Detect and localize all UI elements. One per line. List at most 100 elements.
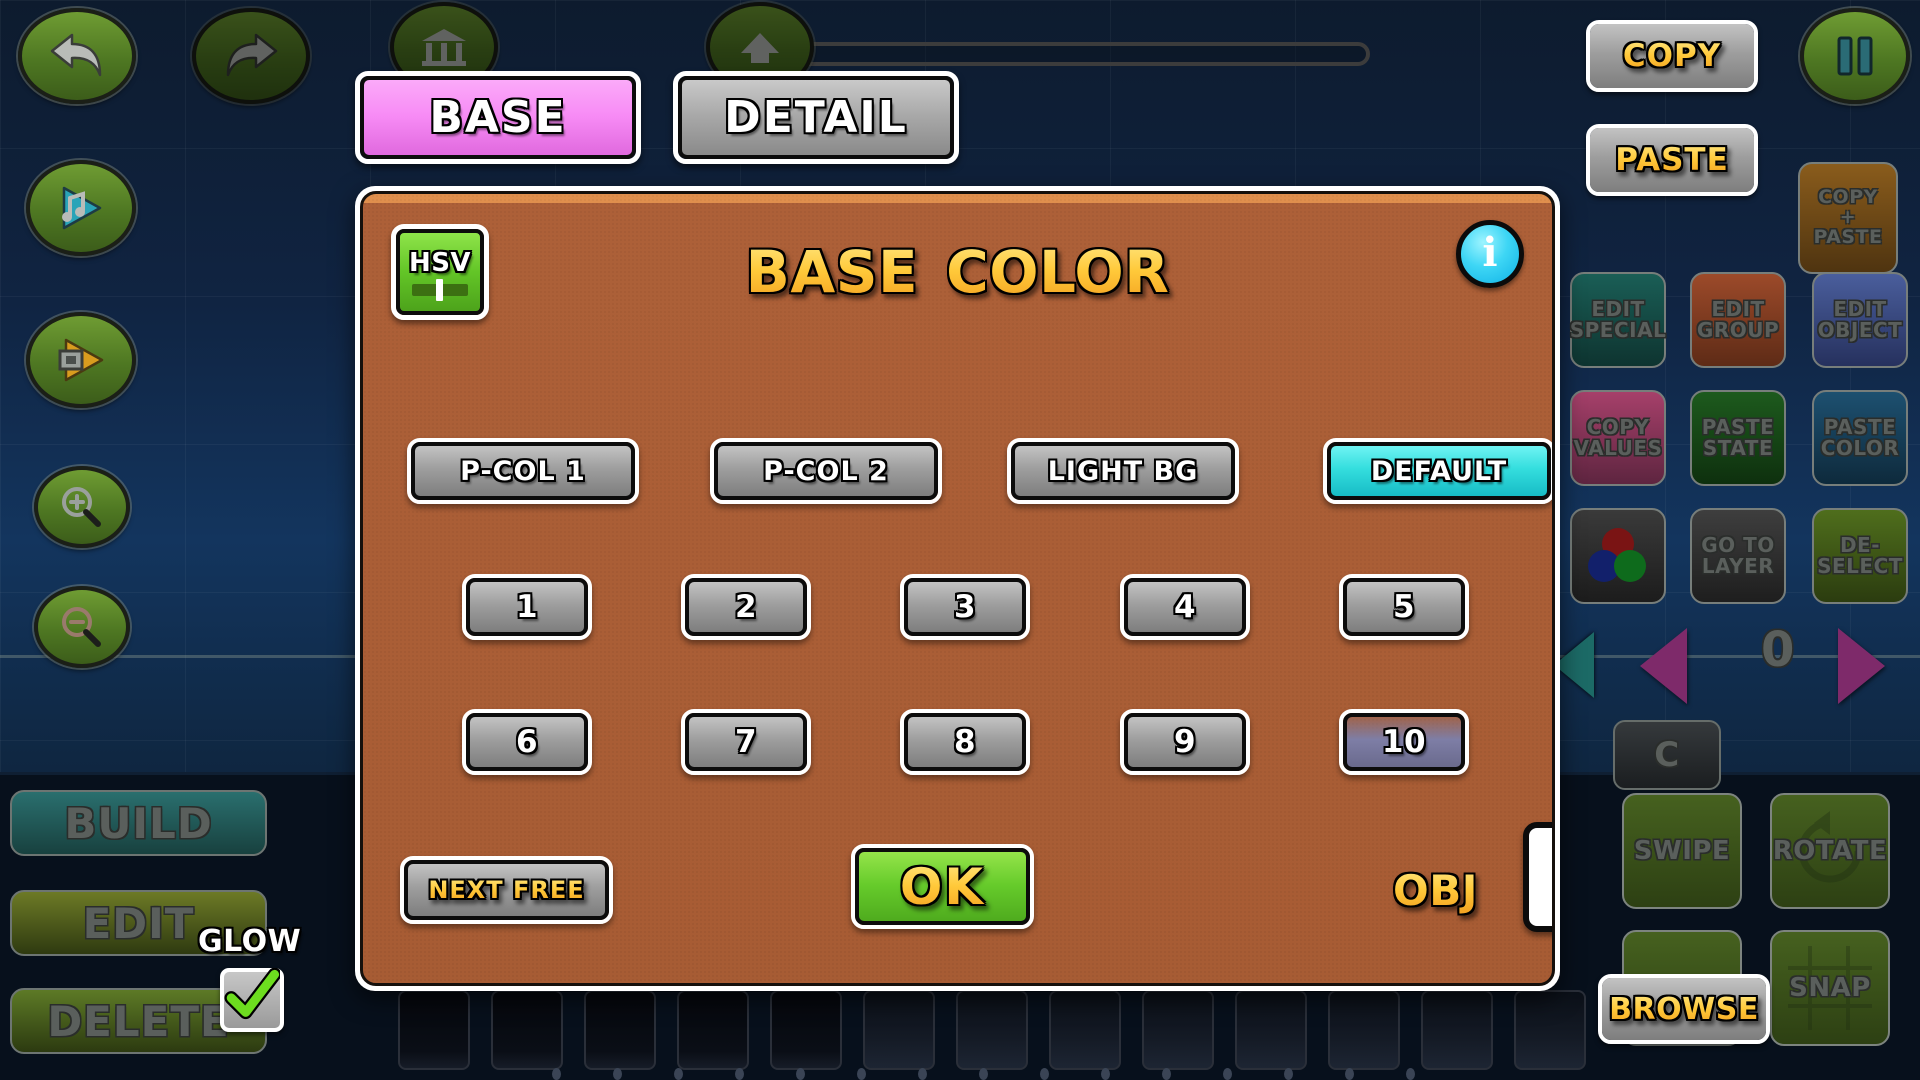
zoom-in-button[interactable] <box>34 466 130 548</box>
edit-object-tile[interactable]: Edit Object <box>1812 272 1908 368</box>
pause-button[interactable] <box>1800 8 1910 104</box>
edit-group-tile[interactable]: Edit Group <box>1690 272 1786 368</box>
layer-prev-button[interactable] <box>1640 628 1687 704</box>
palette-tile[interactable] <box>677 990 749 1070</box>
channel-button-7[interactable]: 7 <box>681 709 811 775</box>
preset-light-bg[interactable]: Light BG <box>1007 438 1239 504</box>
glow-checkbox[interactable] <box>220 968 284 1032</box>
hsv-toggle-button[interactable]: HSV <box>391 224 489 320</box>
redo-arrow-icon <box>226 33 278 77</box>
ok-button[interactable]: OK <box>851 844 1034 929</box>
music-play-button[interactable] <box>26 160 136 256</box>
channel-button-3[interactable]: 3 <box>900 574 1030 640</box>
channel-button-8[interactable]: 8 <box>900 709 1030 775</box>
palette-page-dot[interactable] <box>979 1068 988 1080</box>
preset-p-col-2[interactable]: P-Col 2 <box>710 438 942 504</box>
channel-button-10[interactable]: 10 <box>1339 709 1469 775</box>
paste-color-tile[interactable]: Paste Color <box>1812 390 1908 486</box>
tab-base[interactable]: Base <box>355 71 641 164</box>
next-free-button[interactable]: Next Free <box>400 856 613 924</box>
palette-tile[interactable] <box>1514 990 1586 1070</box>
copy-paste-line3: Paste <box>1813 225 1883 248</box>
channel-button-9-label: 9 <box>1173 724 1197 760</box>
palette-tile[interactable] <box>1142 990 1214 1070</box>
channel-button-1[interactable]: 1 <box>462 574 592 640</box>
palette-tile[interactable] <box>1328 990 1400 1070</box>
palette-page-dot[interactable] <box>857 1068 866 1080</box>
paste-state-line2: State <box>1702 436 1774 460</box>
palette-page-dot[interactable] <box>918 1068 927 1080</box>
swipe-button[interactable]: Swipe <box>1622 793 1742 909</box>
palette-page-dot[interactable] <box>735 1068 744 1080</box>
palette-page-dot[interactable] <box>1284 1068 1293 1080</box>
channel-button-4[interactable]: 4 <box>1120 574 1250 640</box>
hsv-label: HSV <box>408 248 472 278</box>
copy-paste-tile[interactable]: Copy + Paste <box>1798 162 1898 274</box>
redo-button[interactable] <box>192 8 310 104</box>
palette-page-dot[interactable] <box>1223 1068 1232 1080</box>
layer-next-button[interactable] <box>1838 628 1885 704</box>
copy-values-line1: Copy <box>1586 415 1650 440</box>
palette-tile[interactable] <box>770 990 842 1070</box>
object-play-button[interactable] <box>26 312 136 408</box>
channel-button-5[interactable]: 5 <box>1339 574 1469 640</box>
go-to-layer-tile[interactable]: Go To Layer <box>1690 508 1786 604</box>
palette-page-dot[interactable] <box>674 1068 683 1080</box>
mode-tab-build[interactable]: Build <box>10 790 267 856</box>
rotate-button[interactable]: Rotate <box>1770 793 1890 909</box>
color-picker-tile[interactable] <box>1570 508 1666 604</box>
undo-arrow-icon <box>50 33 102 77</box>
channel-button-6[interactable]: 6 <box>462 709 592 775</box>
palette-page-dot[interactable] <box>1345 1068 1354 1080</box>
mode-tab-edit-label: Edit <box>82 898 195 948</box>
info-button[interactable]: i <box>1456 220 1524 288</box>
channel-button-10-label: 10 <box>1381 724 1427 760</box>
snap-button[interactable]: Snap <box>1770 930 1890 1046</box>
de-select-tile[interactable]: De- Select <box>1812 508 1908 604</box>
base-color-dialog: HSV Base Color i P-Col 1 P-Col 2 Light BG… <box>355 186 1560 991</box>
layer-prev-teal-icon[interactable] <box>1554 632 1594 698</box>
undo-button[interactable] <box>18 8 136 104</box>
preset-p-col-1[interactable]: P-Col 1 <box>407 438 639 504</box>
palette-tile[interactable] <box>1421 990 1493 1070</box>
copy-values-tile[interactable]: Copy Values <box>1570 390 1666 486</box>
palette-tile[interactable] <box>398 990 470 1070</box>
object-play-icon <box>58 338 104 382</box>
palette-tile[interactable] <box>863 990 935 1070</box>
palette-tile[interactable] <box>956 990 1028 1070</box>
mode-tab-build-label: Build <box>64 798 213 848</box>
palette-tile[interactable] <box>1235 990 1307 1070</box>
channel-button-3-label: 3 <box>953 589 977 625</box>
paste-color-line2: Color <box>1820 436 1900 460</box>
palette-page-dot[interactable] <box>796 1068 805 1080</box>
palette-page-dot[interactable] <box>1101 1068 1110 1080</box>
pause-icon <box>1837 36 1873 76</box>
preset-light-bg-label: Light BG <box>1047 455 1199 487</box>
palette-page-dot[interactable] <box>1040 1068 1049 1080</box>
palette-page-dot[interactable] <box>1406 1068 1415 1080</box>
browse-button[interactable]: Browse <box>1598 974 1770 1044</box>
palette-tile[interactable] <box>584 990 656 1070</box>
palette-page-dot[interactable] <box>552 1068 561 1080</box>
zoom-out-button[interactable] <box>34 586 130 668</box>
paste-button[interactable]: Paste <box>1586 124 1758 196</box>
channel-button-2[interactable]: 2 <box>681 574 811 640</box>
palette-page-dot[interactable] <box>1162 1068 1171 1080</box>
palette-tile[interactable] <box>1049 990 1121 1070</box>
edit-object-line1: Edit <box>1833 297 1887 322</box>
palette-page-dot[interactable] <box>613 1068 622 1080</box>
browse-label: Browse <box>1609 991 1759 1027</box>
preset-default[interactable]: Default <box>1323 438 1552 504</box>
edit-special-tile[interactable]: Edit Special <box>1570 272 1666 368</box>
rgb-circles-icon <box>1588 528 1646 582</box>
obj-color-swatch[interactable] <box>1523 822 1552 932</box>
palette-tile[interactable] <box>491 990 563 1070</box>
paste-color-line1: Paste <box>1823 415 1897 440</box>
paste-state-tile[interactable]: Paste State <box>1690 390 1786 486</box>
rotate-label: Rotate <box>1772 836 1888 866</box>
channel-button-9[interactable]: 9 <box>1120 709 1250 775</box>
layer-c-button[interactable]: C <box>1613 720 1721 790</box>
tab-detail[interactable]: Detail <box>673 71 959 164</box>
hsv-slider-indicator <box>412 279 468 301</box>
copy-button[interactable]: Copy <box>1586 20 1758 92</box>
